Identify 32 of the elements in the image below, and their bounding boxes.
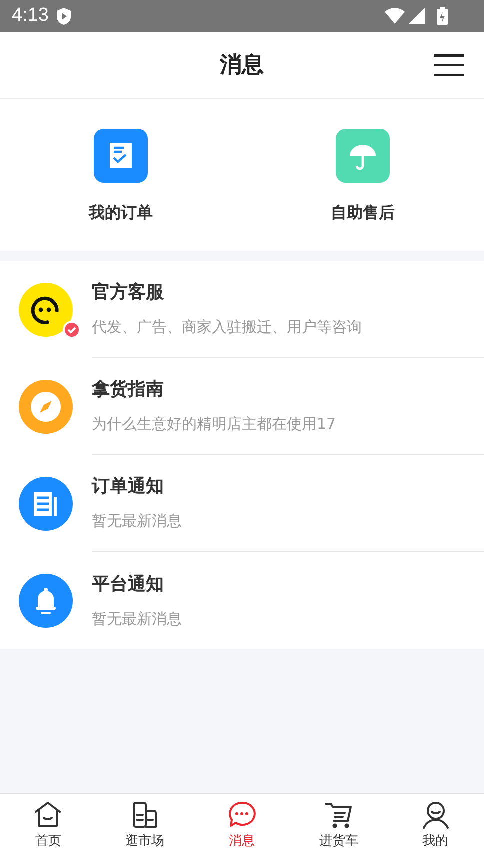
message-title: 订单通知 <box>92 475 165 500</box>
message-row[interactable]: 平台通知 暂无最新消息 <box>0 552 484 649</box>
battery-icon <box>437 7 448 25</box>
tab-item[interactable]: 我的 <box>387 794 484 860</box>
message-title: 平台通知 <box>92 572 165 597</box>
checklist-icon <box>94 129 148 183</box>
umbrella-icon <box>336 129 390 183</box>
shortcut-button[interactable]: 我的订单 <box>0 99 242 251</box>
tab-item[interactable]: 首页 <box>0 794 97 860</box>
message-preview: 为什么生意好的精明店主都在使用17 <box>92 414 338 436</box>
message-preview: 代发、广告、商家入驻搬迁、用户等咨询 <box>92 317 363 338</box>
menu-button[interactable] <box>434 54 464 76</box>
tab-item[interactable]: 进货车 <box>290 794 388 860</box>
tab-item[interactable]: 消息 <box>194 794 290 860</box>
tab-item[interactable]: 逛市场 <box>96 794 194 860</box>
compass-icon <box>19 380 73 434</box>
signal-icon <box>409 8 425 24</box>
message-preview: 暂无最新消息 <box>92 608 183 630</box>
page-title: 消息 <box>220 52 264 80</box>
shield-icon <box>56 8 71 24</box>
document-icon <box>19 476 73 530</box>
shortcut-button[interactable]: 自助售后 <box>242 99 484 251</box>
message-title: 官方客服 <box>92 281 165 306</box>
wifi-icon <box>385 8 405 24</box>
status-time: 4:13 <box>12 4 49 28</box>
message-title: 拿货指南 <box>92 378 165 402</box>
headset-face-icon <box>19 282 73 336</box>
message-preview: 暂无最新消息 <box>92 511 183 532</box>
message-row[interactable]: 官方客服 代发、广告、商家入驻搬迁、用户等咨询 <box>0 261 484 358</box>
message-row[interactable]: 拿货指南 为什么生意好的精明店主都在使用17 <box>0 358 484 455</box>
bell-icon <box>19 574 73 628</box>
message-row[interactable]: 订单通知 暂无最新消息 <box>0 455 484 552</box>
